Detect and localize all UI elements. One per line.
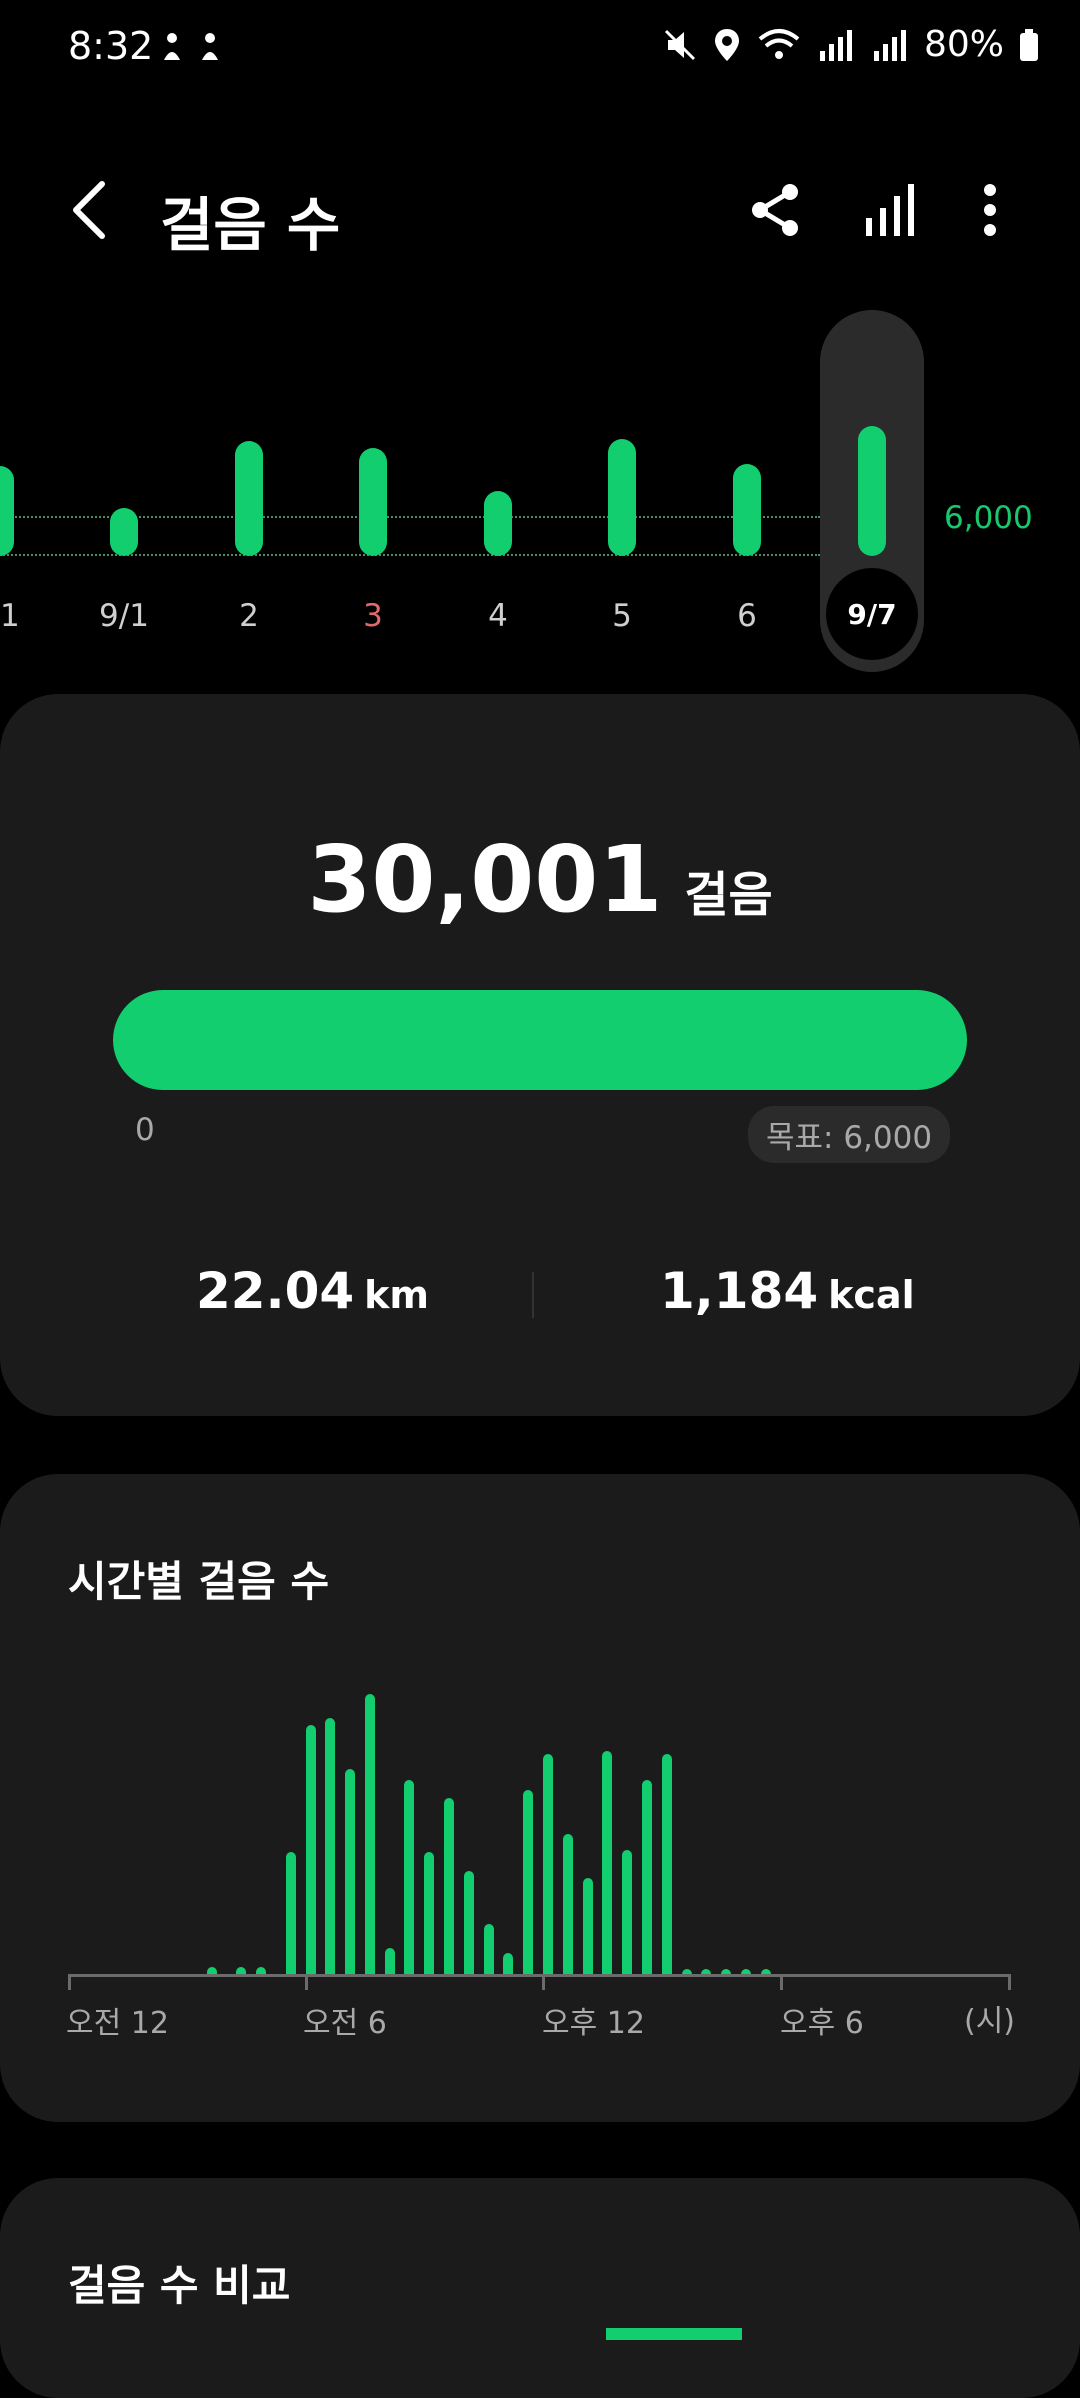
signal-icon <box>873 29 906 61</box>
more-icon[interactable] <box>960 180 1020 240</box>
battery-percent: 80% <box>923 24 1004 65</box>
goal-label: 6,000 <box>944 500 1033 536</box>
hour-bar <box>325 1718 336 1974</box>
stat-divider <box>532 1272 534 1318</box>
hour-bar <box>681 1969 692 1974</box>
x-label: 오전 6 <box>303 2006 387 2041</box>
day-bar[interactable] <box>235 441 263 556</box>
hour-bar <box>602 1750 613 1974</box>
day-bar[interactable] <box>0 466 14 556</box>
steps-unit: 걸음 <box>684 867 773 923</box>
hourly-chart: 오전 12 오전 6 오후 12 오후 6 (시) <box>0 1474 1080 2122</box>
day-bar[interactable] <box>110 507 138 556</box>
distance-stat: 22.04 km <box>196 1262 429 1320</box>
hour-bar <box>384 1947 395 1974</box>
hourly-steps-card[interactable]: 시간별 걸음 수 오전 12 오전 6 오후 12 오후 6 (시) <box>0 1474 1080 2122</box>
hour-bar <box>543 1754 553 1974</box>
distance-unit: km <box>364 1273 430 1317</box>
hour-bar <box>503 1952 514 1974</box>
axis-tick <box>305 1974 308 1990</box>
battery-icon <box>1020 28 1038 61</box>
day-label[interactable]: 9/1 <box>74 598 174 634</box>
day-label[interactable]: 5 <box>572 598 672 634</box>
x-unit-label: (시) <box>964 2004 1016 2039</box>
share-icon[interactable] <box>746 180 806 240</box>
status-time: 8:32 <box>68 24 154 68</box>
hour-bar <box>236 1967 247 1974</box>
hour-bar <box>444 1798 455 1974</box>
progress-goal: 목표: 6,000 <box>748 1106 951 1163</box>
day-label[interactable]: 9/7 <box>822 598 922 631</box>
today-summary-card[interactable]: 30,001 걸음 0 목표: 6,000 22.04 km 1,184 kcal <box>0 694 1080 1416</box>
day-label[interactable]: 31 <box>0 598 50 634</box>
status-right: 80% <box>662 24 1040 65</box>
day-bar[interactable] <box>733 464 761 556</box>
day-label[interactable]: 4 <box>448 598 548 634</box>
hour-bar <box>582 1877 593 1974</box>
weekly-steps-chart[interactable]: 6,000 31 9/1 23456 9/7 <box>0 300 1080 680</box>
progress-min: 0 <box>135 1112 155 1148</box>
chart-icon[interactable] <box>858 180 918 240</box>
day-bar[interactable] <box>608 439 636 556</box>
hour-bar <box>404 1780 415 1974</box>
status-bar: 8:32 80% <box>0 0 1080 100</box>
calories-unit: kcal <box>828 1273 915 1317</box>
hour-bar <box>523 1790 534 1974</box>
hour-bar <box>641 1780 652 1974</box>
page-title: 걸음 수 <box>160 191 341 259</box>
axis-tick <box>780 1974 783 1990</box>
day-label[interactable]: 3 <box>323 598 423 634</box>
hour-bar <box>364 1694 375 1974</box>
x-label: 오후 6 <box>780 2006 864 2041</box>
x-axis <box>68 1974 1010 1977</box>
x-label: 오전 12 <box>66 2006 169 2041</box>
goal-progress-bar <box>113 990 967 1090</box>
distance-value: 22.04 <box>196 1262 355 1320</box>
axis-tick <box>542 1974 545 1990</box>
hour-bar <box>345 1768 356 1974</box>
hour-bar <box>483 1923 494 1974</box>
calories-value: 1,184 <box>660 1262 819 1320</box>
hour-bar <box>562 1834 573 1974</box>
today-steps: 30,001 걸음 <box>0 826 1080 933</box>
hour-bar <box>463 1871 474 1974</box>
wifi-icon <box>758 28 800 59</box>
hour-bar <box>206 1967 217 1974</box>
day-bar[interactable] <box>359 447 387 556</box>
day-bar[interactable] <box>484 491 512 556</box>
compare-card[interactable]: 걸음 수 비교 <box>0 2178 1080 2398</box>
day-label[interactable]: 6 <box>697 598 797 634</box>
hour-bar <box>285 1851 296 1974</box>
hour-bar <box>424 1851 435 1974</box>
fitness-icons <box>158 30 238 74</box>
day-bar[interactable] <box>858 426 886 556</box>
hour-bar <box>721 1969 732 1974</box>
hour-bar <box>760 1969 771 1974</box>
hour-bar <box>622 1850 633 1974</box>
app-header: 걸음 수 <box>0 150 1080 270</box>
fitness-icon <box>164 33 218 60</box>
back-icon[interactable] <box>62 178 122 242</box>
signal-icon <box>819 29 852 61</box>
compare-title: 걸음 수 비교 <box>68 2261 291 2310</box>
compare-bar <box>606 2328 742 2340</box>
mute-icon <box>664 29 696 60</box>
hour-bar <box>305 1724 316 1974</box>
calories-stat: 1,184 kcal <box>660 1262 915 1320</box>
hour-bar <box>701 1969 712 1974</box>
steps-count: 30,001 <box>307 826 663 933</box>
hour-bar <box>661 1754 672 1974</box>
hour-bar <box>256 1967 267 1974</box>
hour-bar <box>740 1969 751 1974</box>
axis-tick <box>68 1974 71 1990</box>
location-icon <box>714 28 739 61</box>
day-label[interactable]: 2 <box>199 598 299 634</box>
axis-tick <box>1008 1974 1011 1990</box>
x-label: 오후 12 <box>542 2006 645 2041</box>
